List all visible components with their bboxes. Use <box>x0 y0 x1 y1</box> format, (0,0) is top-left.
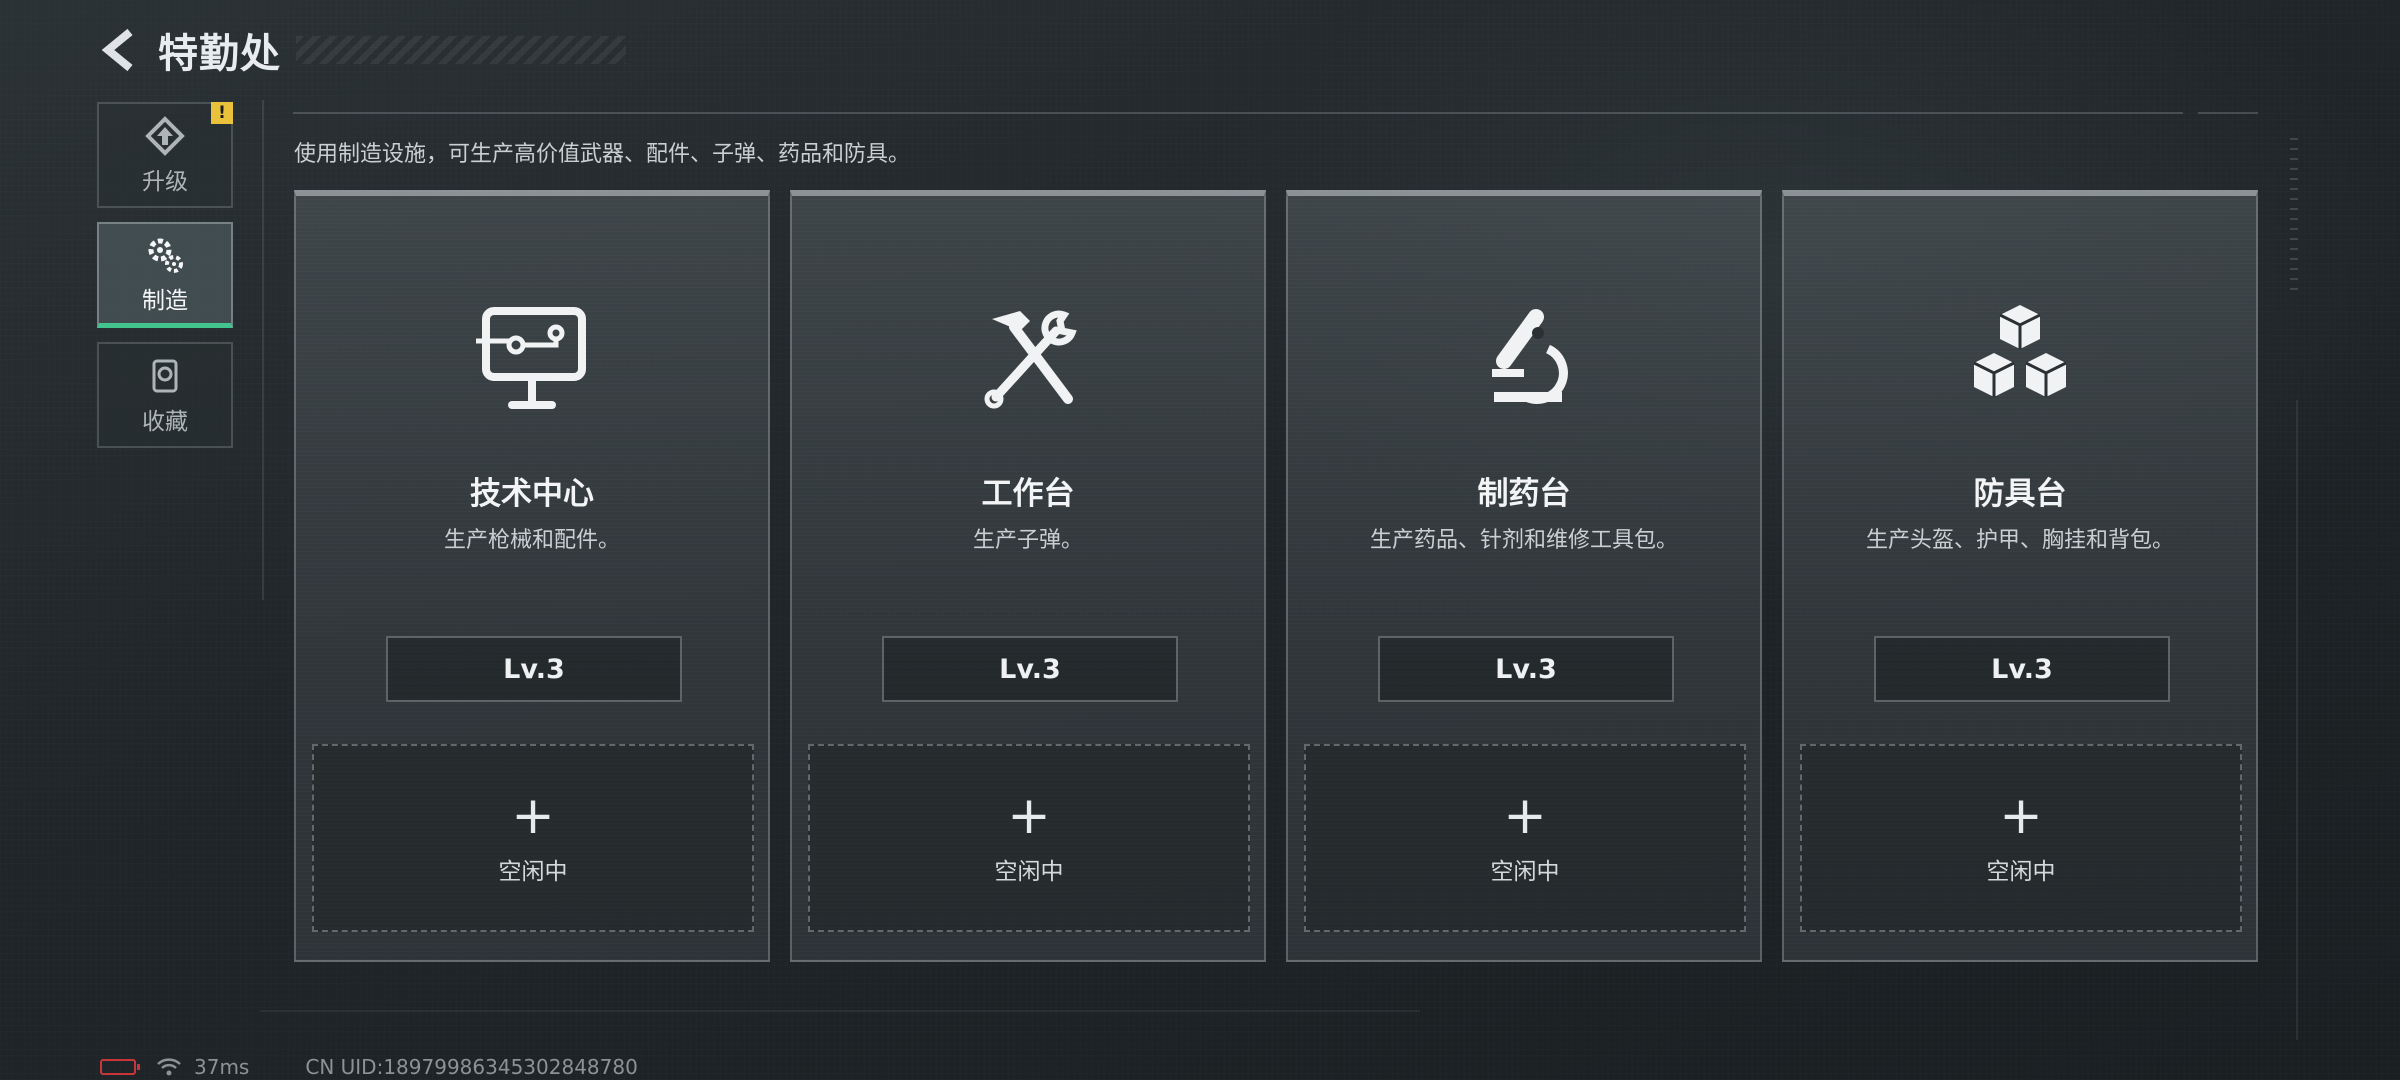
card-subtitle: 生产子弹。 <box>972 528 1083 553</box>
card-title: 制药台 <box>1477 476 1571 512</box>
sidebar-tab-label: 制造 <box>142 287 188 314</box>
user-uid: CN UID:18979986345302848780 <box>305 1055 638 1079</box>
computer-icon <box>296 296 768 416</box>
ping-value: 37ms <box>194 1055 250 1079</box>
section-description: 使用制造设施，可生产高价值武器、配件、子弹、药品和防具。 <box>294 142 911 167</box>
back-button[interactable] <box>96 26 144 74</box>
microscope-icon <box>1288 296 1760 416</box>
gear-manufacture-icon <box>143 233 187 277</box>
page-header: 特勤处 <box>96 22 626 78</box>
production-slot[interactable]: + 空闲中 <box>1800 744 2242 932</box>
top-divider <box>293 112 2183 114</box>
back-arrow-icon <box>101 28 133 72</box>
top-divider-short <box>2198 112 2258 114</box>
hammer-wrench-icon <box>792 296 1264 416</box>
upgrade-icon <box>143 114 187 158</box>
slot-status: 空闲中 <box>1490 859 1560 885</box>
card-subtitle: 生产枪械和配件。 <box>443 528 620 553</box>
right-divider <box>2296 400 2298 1040</box>
production-slot[interactable]: + 空闲中 <box>1304 744 1746 932</box>
facility-card-armor[interactable]: 防具台 生产头盔、护甲、胸挂和背包。 Lv.3 + 空闲中 <box>1782 190 2258 962</box>
card-title: 工作台 <box>981 476 1075 512</box>
status-bar: 37ms CN UID:18979986345302848780 <box>100 1055 638 1079</box>
facility-card-tech-center[interactable]: 技术中心 生产枪械和配件。 Lv.3 + 空闲中 <box>294 190 770 962</box>
card-subtitle: 生产药品、针剂和维修工具包。 <box>1369 528 1678 553</box>
level-badge: Lv.3 <box>386 636 682 702</box>
battery-icon <box>100 1059 140 1075</box>
right-scale-decoration <box>2290 130 2298 290</box>
add-icon: + <box>1999 786 2043 846</box>
level-badge: Lv.3 <box>882 636 1178 702</box>
slot-status: 空闲中 <box>1986 859 2056 885</box>
slot-status: 空闲中 <box>498 859 568 885</box>
add-icon: + <box>511 786 555 846</box>
card-title: 防具台 <box>1973 476 2067 512</box>
card-subtitle: 生产头盔、护甲、胸挂和背包。 <box>1865 528 2174 553</box>
level-badge: Lv.3 <box>1378 636 1674 702</box>
bottom-decoration <box>260 1010 1420 1012</box>
boxes-icon <box>1784 296 2256 416</box>
sidebar-tab-manufacture[interactable]: 制造 <box>97 222 233 328</box>
sidebar: ! 升级 制造 收藏 <box>97 102 235 462</box>
sidebar-divider <box>262 100 264 600</box>
add-icon: + <box>1007 786 1051 846</box>
collection-icon <box>143 354 187 398</box>
facility-card-workbench[interactable]: 工作台 生产子弹。 Lv.3 + 空闲中 <box>790 190 1266 962</box>
add-icon: + <box>1503 786 1547 846</box>
slot-status: 空闲中 <box>994 859 1064 885</box>
wifi-icon <box>157 1058 181 1076</box>
sidebar-tab-collection[interactable]: 收藏 <box>97 342 233 448</box>
facility-card-pharmacy[interactable]: 制药台 生产药品、针剂和维修工具包。 Lv.3 + 空闲中 <box>1286 190 1762 962</box>
sidebar-tab-label: 升级 <box>142 169 188 195</box>
title-decoration <box>296 36 626 64</box>
production-slot[interactable]: + 空闲中 <box>312 744 754 932</box>
page-title: 特勤处 <box>158 31 281 77</box>
level-badge: Lv.3 <box>1874 636 2170 702</box>
sidebar-tab-label: 收藏 <box>142 409 188 435</box>
sidebar-tab-upgrade[interactable]: ! 升级 <box>97 102 233 208</box>
production-slot[interactable]: + 空闲中 <box>808 744 1250 932</box>
card-title: 技术中心 <box>470 476 594 512</box>
warning-badge: ! <box>211 102 233 124</box>
